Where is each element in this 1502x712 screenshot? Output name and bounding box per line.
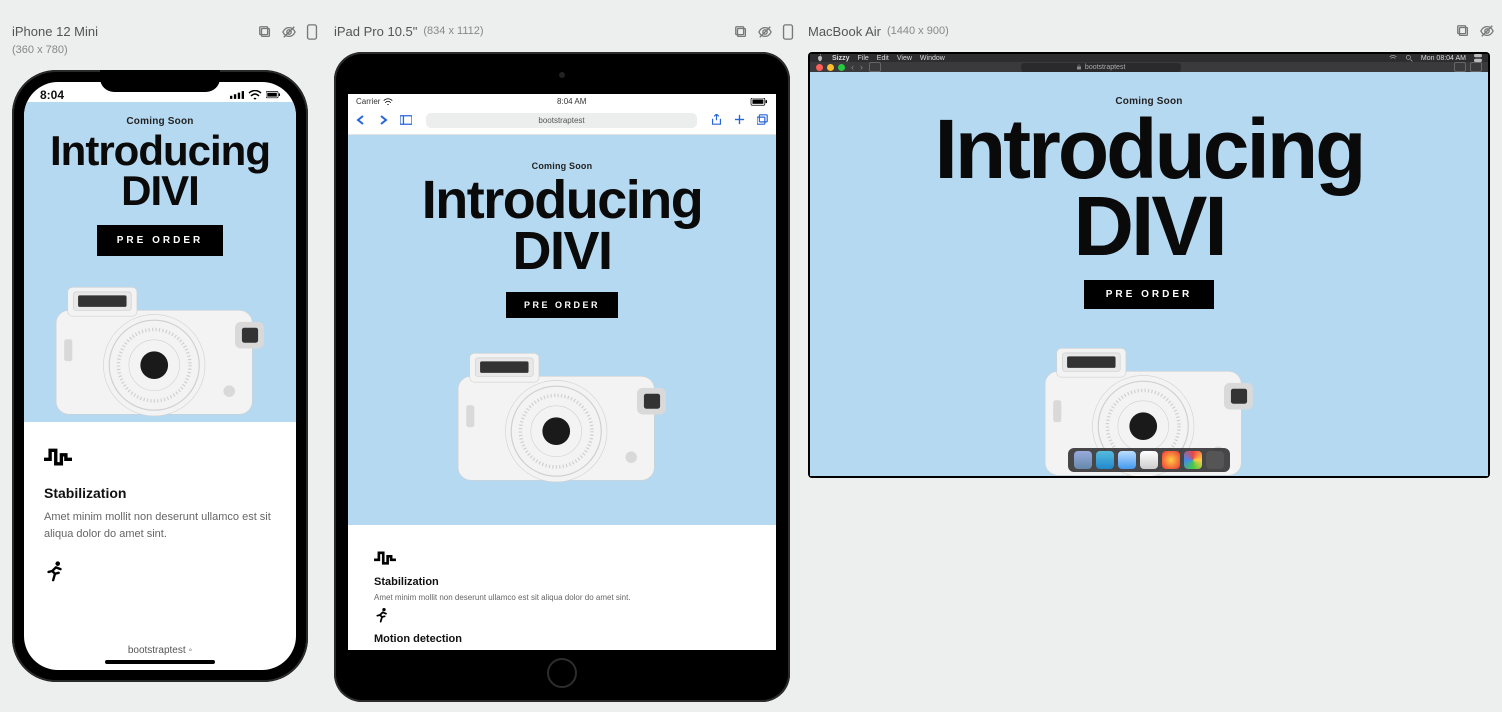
hero-title: Introducing DIVI: [810, 111, 1488, 266]
feature-title-2: Motion detection: [374, 633, 750, 645]
device-dims: (1440 x 900): [887, 25, 949, 37]
browser-toolbar: ‹ › bootstraptest: [810, 62, 1488, 72]
stabilization-icon: [374, 551, 396, 565]
control-center-icon[interactable]: [1474, 54, 1482, 62]
feature-text: Amet minim mollit non deserunt ullamco e…: [374, 592, 750, 604]
back-button[interactable]: ‹: [851, 62, 854, 72]
preorder-button[interactable]: PRE ORDER: [506, 292, 618, 318]
toggle-visibility-icon[interactable]: [282, 25, 296, 44]
spotlight-icon[interactable]: [1405, 54, 1413, 62]
menu-file[interactable]: File: [858, 55, 869, 62]
apple-icon[interactable]: [816, 54, 824, 62]
device-name: MacBook Air: [808, 24, 881, 39]
product-image: [407, 336, 717, 486]
status-indicators: [230, 88, 280, 102]
device-name: iPhone 12 Mini: [12, 24, 98, 39]
menubar-app[interactable]: Sizzy: [832, 55, 850, 62]
motion-icon: [44, 560, 276, 588]
preorder-button[interactable]: PRE ORDER: [1084, 280, 1214, 309]
wifi-icon: [248, 90, 262, 100]
screenshot-icon[interactable]: [1456, 24, 1470, 43]
lock-icon: [1076, 64, 1082, 70]
device-panel-ipad: iPad Pro 10.5" (834 x 1112) Carrier 8:04…: [334, 24, 794, 702]
menubar-time[interactable]: Mon 08:04 AM: [1421, 55, 1466, 62]
iphone-frame: 8:04 Coming Soon Introducing DIVI PRE OR…: [12, 70, 308, 682]
traffic-lights[interactable]: [816, 64, 845, 71]
product-image: [40, 270, 280, 420]
toggle-visibility-icon[interactable]: [1480, 24, 1494, 43]
macbook-frame: Sizzy File Edit View Window Mon 08:04 AM…: [808, 52, 1490, 478]
hero-section: Coming Soon Introducing DIVI PRE ORDER: [348, 135, 776, 525]
dock-app-appstore[interactable]: [1118, 451, 1136, 469]
menu-window[interactable]: Window: [920, 55, 945, 62]
screenshot-icon[interactable]: [734, 25, 748, 44]
url-bar[interactable]: bootstraptest: [426, 113, 697, 128]
iphone-viewport[interactable]: 8:04 Coming Soon Introducing DIVI PRE OR…: [24, 82, 296, 670]
battery-icon: [750, 98, 768, 106]
rotate-icon[interactable]: [306, 24, 318, 45]
rotate-icon[interactable]: [782, 24, 794, 45]
tabs-icon[interactable]: [1470, 62, 1482, 72]
device-panel-macbook: MacBook Air (1440 x 900) Sizzy File Edit…: [808, 24, 1494, 478]
forward-button[interactable]: [378, 112, 388, 130]
menu-edit[interactable]: Edit: [877, 55, 889, 62]
macbook-viewport[interactable]: Sizzy File Edit View Window Mon 08:04 AM…: [810, 54, 1488, 476]
feature-title: Stabilization: [44, 485, 276, 501]
back-button[interactable]: [356, 112, 366, 130]
new-tab-icon[interactable]: [734, 112, 745, 130]
sidebar-icon[interactable]: [869, 62, 881, 72]
hero-title: Introducing DIVI: [348, 175, 776, 278]
feature-text: Amet minim mollit non deserunt ullamco e…: [44, 509, 276, 542]
page-viewport[interactable]: Coming Soon Introducing DIVI PRE ORDER: [810, 72, 1488, 476]
share-icon[interactable]: [1454, 62, 1466, 72]
hero-title: Introducing DIVI: [24, 131, 296, 211]
preorder-button[interactable]: PRE ORDER: [97, 225, 223, 256]
menu-view[interactable]: View: [897, 55, 912, 62]
battery-icon: [266, 90, 280, 100]
device-name: iPad Pro 10.5": [334, 24, 417, 39]
url-bar[interactable]: bootstraptest: [1021, 63, 1181, 72]
feature-title: Stabilization: [374, 576, 750, 588]
share-icon[interactable]: [711, 112, 722, 130]
macos-menubar[interactable]: Sizzy File Edit View Window Mon 08:04 AM: [810, 54, 1488, 62]
wifi-icon[interactable]: [1389, 54, 1397, 62]
eyebrow-text: Coming Soon: [24, 116, 296, 127]
dock-app-chrome[interactable]: [1184, 451, 1202, 469]
status-bar: Carrier 8:04 AM: [348, 94, 776, 109]
ipad-viewport[interactable]: Carrier 8:04 AM bootstraptest: [348, 94, 776, 650]
dock-app-settings[interactable]: [1206, 451, 1224, 469]
device-panel-iphone: iPhone 12 Mini (360 x 780) 8:04 Coming S…: [12, 24, 318, 682]
toggle-visibility-icon[interactable]: [758, 25, 772, 44]
tabs-icon[interactable]: [757, 112, 768, 130]
features-section: Stabilization Amet minim mollit non dese…: [348, 525, 776, 645]
dock-app-mail[interactable]: [1140, 451, 1158, 469]
home-button[interactable]: [547, 658, 577, 688]
dock-app-photos[interactable]: [1162, 451, 1180, 469]
reading-list-icon: ◦: [189, 645, 193, 656]
device-dims: (360 x 780): [12, 44, 318, 56]
screenshot-icon[interactable]: [258, 25, 272, 44]
iphone-notch: [100, 70, 220, 92]
dock-app-finder[interactable]: [1096, 451, 1114, 469]
status-time: 8:04 AM: [557, 97, 586, 106]
features-section: Stabilization Amet minim mollit non dese…: [24, 422, 296, 588]
browser-toolbar: bootstraptest: [348, 109, 776, 135]
motion-icon: [374, 606, 750, 629]
ipad-frame: Carrier 8:04 AM bootstraptest: [334, 52, 790, 702]
sidebar-icon[interactable]: [400, 112, 412, 130]
home-indicator[interactable]: [105, 660, 215, 664]
signal-icon: [230, 90, 244, 100]
wifi-icon: [383, 98, 393, 106]
hero-section: Coming Soon Introducing DIVI PRE ORDER: [810, 72, 1488, 476]
stabilization-icon: [44, 448, 72, 466]
dock-app-safari[interactable]: [1074, 451, 1092, 469]
status-time: 8:04: [40, 88, 64, 102]
forward-button[interactable]: ›: [860, 62, 863, 72]
browser-tab[interactable]: bootstraptest ◦: [128, 645, 192, 656]
hero-section: Coming Soon Introducing DIVI PRE ORDER: [24, 102, 296, 422]
ipad-camera: [559, 72, 565, 78]
macos-dock[interactable]: [1068, 448, 1230, 472]
device-dims: (834 x 1112): [423, 25, 483, 37]
